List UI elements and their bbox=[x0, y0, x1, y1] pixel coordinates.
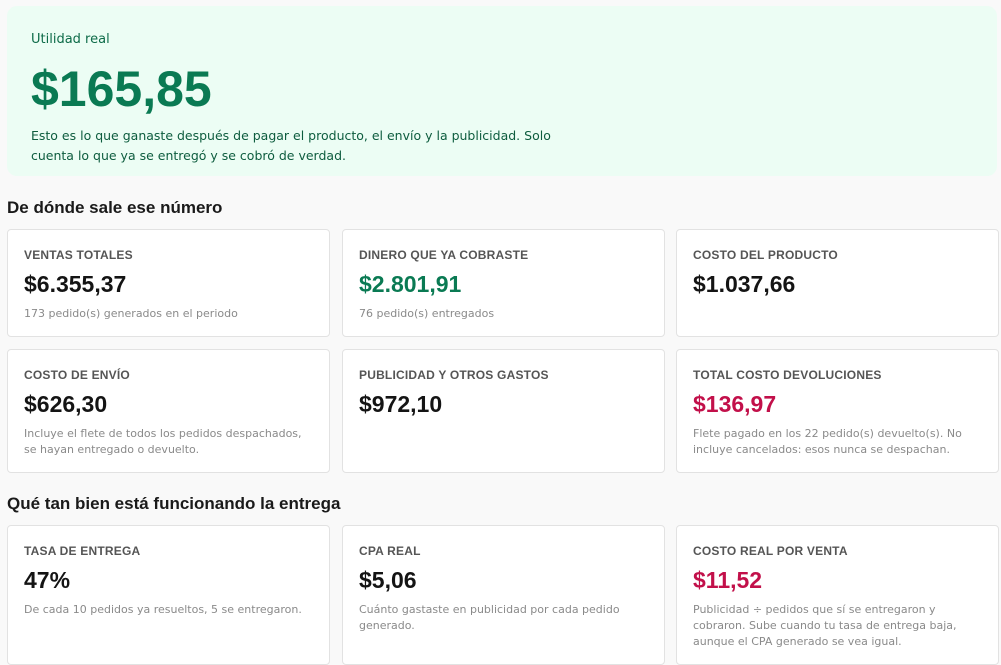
card-value: $972,10 bbox=[359, 391, 443, 417]
card-note: Cuánto gastaste en publicidad por cada p… bbox=[359, 603, 620, 632]
card-value: $6.355,37 bbox=[24, 271, 127, 297]
card-value: $1.037,66 bbox=[693, 271, 796, 297]
net-profit-panel: Utilidad real $165,85 Esto es lo que gan… bbox=[7, 6, 997, 176]
card-label: COSTO REAL POR VENTA bbox=[693, 544, 848, 558]
card-note: Publicidad ÷ pedidos que sí se entregaro… bbox=[693, 603, 957, 648]
delivery-section-title: Qué tan bien está funcionando la entrega bbox=[7, 494, 341, 513]
ads-expenses-card: PUBLICIDAD Y OTROS GASTOS $972,10 bbox=[342, 349, 665, 473]
card-label: TASA DE ENTREGA bbox=[24, 544, 141, 558]
card-value: $5,06 bbox=[359, 567, 417, 593]
card-value: $626,30 bbox=[24, 391, 108, 417]
card-value: $2.801,91 bbox=[359, 271, 462, 297]
card-value: $11,52 bbox=[693, 567, 763, 593]
real-cpa-card: CPA REAL $5,06 Cuánto gastaste en public… bbox=[342, 525, 665, 665]
collected-money-card: DINERO QUE YA COBRASTE $2.801,91 76 pedi… bbox=[342, 229, 665, 337]
card-label: PUBLICIDAD Y OTROS GASTOS bbox=[359, 368, 549, 382]
shipping-cost-card: COSTO DE ENVÍO $626,30 Incluye el flete … bbox=[7, 349, 330, 473]
card-label: TOTAL COSTO DEVOLUCIONES bbox=[693, 368, 882, 382]
card-label: DINERO QUE YA COBRASTE bbox=[359, 248, 529, 262]
real-cost-per-sale-card: COSTO REAL POR VENTA $11,52 Publicidad ÷… bbox=[676, 525, 999, 665]
product-cost-card: COSTO DEL PRODUCTO $1.037,66 bbox=[676, 229, 999, 337]
card-note: Incluye el flete de todos los pedidos de… bbox=[24, 427, 302, 456]
card-label: COSTO DEL PRODUCTO bbox=[693, 248, 838, 262]
card-note: De cada 10 pedidos ya resueltos, 5 se en… bbox=[24, 603, 302, 616]
card-note: Flete pagado en los 22 pedido(s) devuelt… bbox=[693, 427, 962, 456]
net-profit-value: $165,85 bbox=[31, 61, 212, 117]
net-profit-description: Esto es lo que ganaste después de pagar … bbox=[31, 128, 551, 163]
card-label: VENTAS TOTALES bbox=[24, 248, 133, 262]
net-profit-label: Utilidad real bbox=[31, 32, 110, 47]
card-note: 76 pedido(s) entregados bbox=[359, 307, 495, 320]
card-note: 173 pedido(s) generados en el periodo bbox=[24, 307, 238, 320]
card-value: $136,97 bbox=[693, 391, 777, 417]
returns-cost-card: TOTAL COSTO DEVOLUCIONES $136,97 Flete p… bbox=[676, 349, 999, 473]
total-sales-card: VENTAS TOTALES $6.355,37 173 pedido(s) g… bbox=[7, 229, 330, 337]
card-label: CPA REAL bbox=[359, 544, 421, 558]
delivery-rate-card: TASA DE ENTREGA 47% De cada 10 pedidos y… bbox=[7, 525, 330, 665]
card-label: COSTO DE ENVÍO bbox=[24, 368, 130, 382]
breakdown-section-title: De dónde sale ese número bbox=[7, 198, 223, 217]
card-value: 47% bbox=[24, 567, 71, 593]
